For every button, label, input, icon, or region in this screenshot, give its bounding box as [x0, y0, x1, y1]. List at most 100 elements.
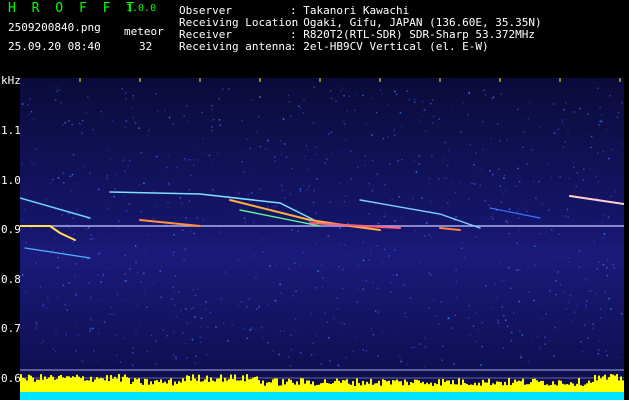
signal-bar: [132, 381, 134, 392]
noise-speck: [248, 298, 250, 300]
noise-speck: [414, 101, 416, 104]
noise-speck: [354, 93, 356, 95]
signal-bar: [322, 382, 324, 392]
noise-speck: [240, 148, 243, 151]
noise-speck: [382, 137, 385, 140]
noise-speck: [565, 308, 567, 310]
noise-speck: [246, 305, 248, 308]
signal-bar: [622, 380, 624, 392]
signal-bar: [460, 384, 462, 392]
noise-speck: [194, 362, 197, 365]
noise-speck: [565, 102, 567, 104]
signal-bar: [596, 380, 598, 392]
noise-speck: [306, 168, 309, 171]
noise-speck: [68, 227, 70, 229]
noise-speck: [332, 317, 335, 319]
noise-speck: [601, 120, 603, 123]
noise-speck: [583, 168, 585, 170]
noise-speck: [258, 306, 260, 308]
signal-bar: [174, 381, 176, 392]
noise-speck: [109, 313, 112, 315]
signal-bar: [32, 377, 34, 392]
signal-bar: [500, 382, 502, 392]
signal-bar: [134, 378, 136, 392]
noise-speck: [243, 327, 245, 330]
noise-speck: [595, 175, 597, 178]
signal-bar: [222, 381, 224, 392]
noise-speck: [112, 259, 115, 261]
signal-bar: [416, 379, 418, 392]
noise-speck: [491, 213, 494, 215]
noise-speck: [68, 304, 71, 307]
noise-speck: [64, 122, 66, 124]
noise-speck: [122, 194, 125, 197]
noise-speck: [262, 251, 264, 254]
noise-speck: [72, 241, 74, 243]
info-value-antenna: : 2el-HB9CV Vertical (el. E-W): [290, 40, 489, 53]
noise-speck: [280, 140, 282, 142]
noise-speck: [267, 223, 269, 225]
noise-speck: [295, 329, 297, 332]
noise-speck: [481, 120, 484, 123]
noise-speck: [135, 333, 137, 335]
signal-bar: [422, 381, 424, 392]
noise-speck: [60, 102, 62, 104]
freq-tick: 0.9: [1, 223, 21, 236]
signal-bar: [228, 379, 230, 392]
signal-bar: [544, 385, 546, 392]
noise-speck: [454, 191, 457, 194]
noise-speck: [606, 258, 609, 261]
noise-speck: [544, 343, 546, 345]
noise-speck: [62, 172, 65, 174]
noise-speck: [124, 273, 126, 275]
signal-bar: [562, 383, 564, 392]
noise-speck: [578, 266, 581, 268]
noise-speck: [186, 105, 188, 107]
noise-speck: [92, 327, 94, 330]
noise-speck: [368, 182, 370, 185]
noise-speck: [62, 124, 64, 126]
noise-speck: [597, 152, 599, 154]
noise-speck: [391, 198, 393, 200]
noise-speck: [531, 149, 533, 151]
noise-speck: [364, 164, 367, 166]
noise-speck: [406, 363, 408, 366]
noise-speck: [368, 213, 370, 215]
noise-speck: [129, 268, 131, 270]
signal-bar: [552, 381, 554, 392]
noise-speck: [576, 305, 578, 307]
noise-speck: [74, 274, 76, 277]
signal-bar: [238, 380, 240, 392]
signal-bar: [310, 384, 312, 392]
signal-bar: [28, 374, 30, 392]
signal-bar: [26, 380, 28, 392]
noise-speck: [603, 214, 606, 216]
noise-speck: [234, 191, 237, 193]
signal-bar: [434, 383, 436, 392]
noise-speck: [355, 240, 357, 242]
noise-speck: [596, 268, 598, 270]
noise-speck: [401, 195, 403, 197]
noise-speck: [417, 269, 420, 272]
noise-speck: [184, 248, 187, 250]
noise-speck: [534, 245, 536, 247]
noise-speck: [527, 118, 529, 120]
signal-bar: [106, 375, 108, 392]
noise-speck: [263, 238, 265, 241]
noise-speck: [125, 120, 127, 122]
noise-speck: [562, 146, 564, 148]
noise-speck: [372, 281, 374, 284]
noise-speck: [497, 319, 499, 322]
signal-bar: [382, 379, 384, 392]
noise-speck: [340, 243, 342, 245]
signal-bar: [446, 380, 448, 392]
noise-speck: [612, 264, 615, 266]
noise-speck: [57, 256, 59, 259]
noise-speck: [327, 291, 329, 293]
noise-speck: [295, 290, 297, 293]
noise-speck: [250, 327, 253, 329]
noise-speck: [516, 242, 518, 244]
signal-bar: [116, 378, 118, 392]
noise-speck: [404, 312, 406, 315]
noise-speck: [604, 291, 607, 294]
